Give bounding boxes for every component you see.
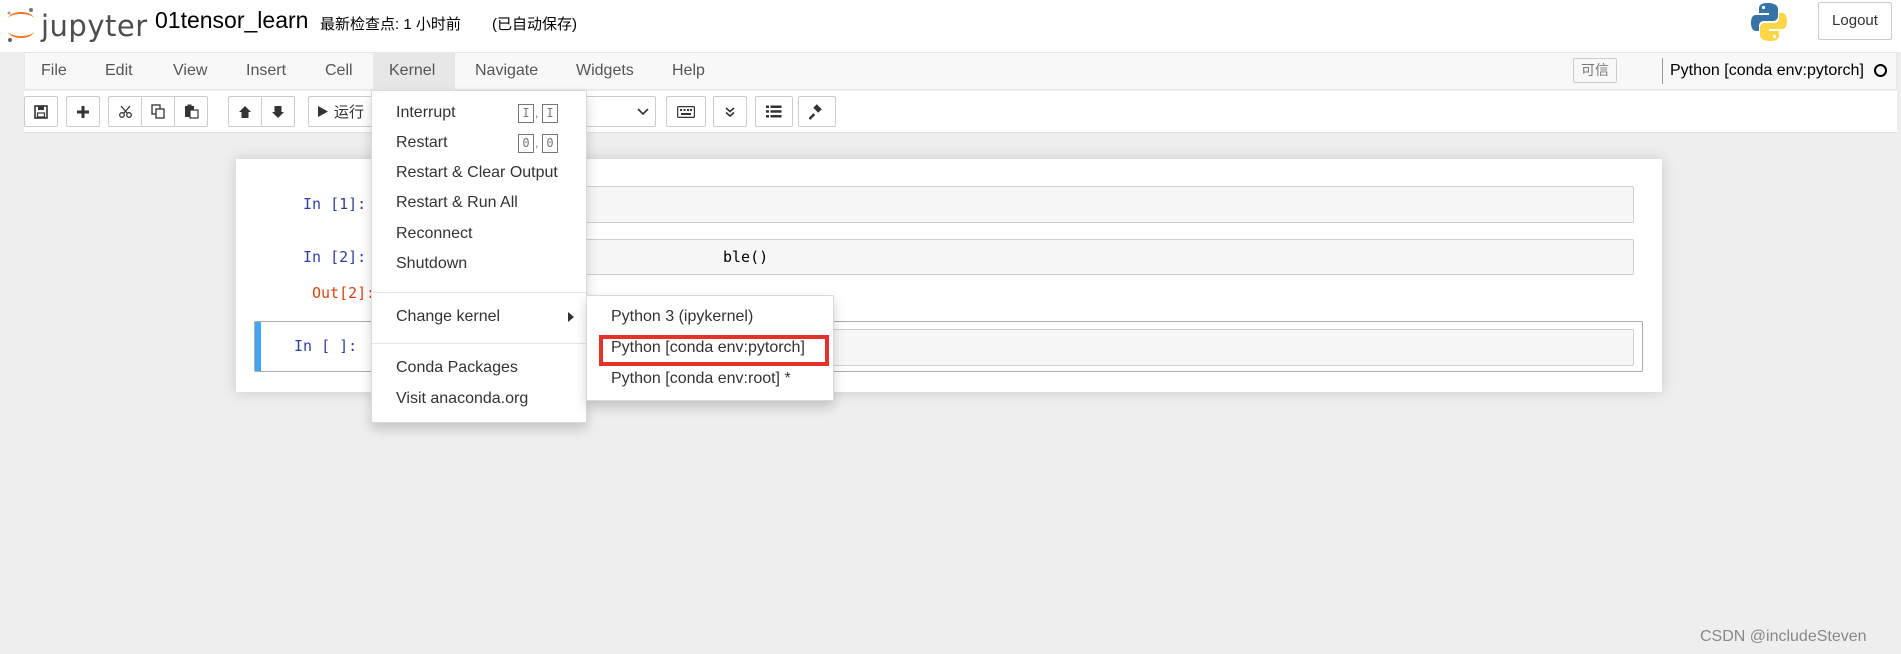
chevron-down-icon xyxy=(637,108,649,116)
selected-cell-indicator xyxy=(255,322,261,371)
caret-right-icon xyxy=(568,312,574,322)
kernel-separator xyxy=(1662,58,1663,84)
save-icon xyxy=(34,104,48,119)
menu-help[interactable]: Help xyxy=(656,53,721,89)
save-button[interactable] xyxy=(24,96,58,127)
arrow-up-icon xyxy=(239,105,251,118)
watermark: CSDN @includeSteven xyxy=(1700,628,1867,645)
scissors-icon xyxy=(118,105,132,118)
kernel-menu-conda-packages[interactable]: Conda Packages xyxy=(372,353,586,383)
kernel-idle-icon xyxy=(1874,64,1887,77)
kernel-option-root-label: Python [conda env:root] * xyxy=(611,370,791,387)
highlight-box xyxy=(599,335,829,366)
paste-icon xyxy=(184,104,199,119)
cell-type-select[interactable] xyxy=(579,96,656,127)
header: jupyter 01tensor_learn 最新检查点: 1 小时前 (已自动… xyxy=(0,0,1901,52)
gavel-icon xyxy=(809,103,822,120)
jupyter-logo[interactable]: jupyter xyxy=(4,6,147,44)
menubar: File Edit View Insert Cell Kernel Naviga… xyxy=(24,52,1897,90)
kernel-menu-visit-anaconda[interactable]: Visit anaconda.org xyxy=(372,384,586,414)
kernel-menu-reconnect-label: Reconnect xyxy=(396,225,473,242)
menu-widgets[interactable]: Widgets xyxy=(560,53,650,89)
menu-view[interactable]: View xyxy=(157,53,223,89)
kernel-name[interactable]: Python [conda env:pytorch] xyxy=(1670,53,1864,89)
logout-button[interactable]: Logout xyxy=(1818,2,1892,40)
cut-cell-button[interactable] xyxy=(108,96,142,127)
copy-cell-button[interactable] xyxy=(141,96,175,127)
kernel-menu-conda-packages-label: Conda Packages xyxy=(396,359,518,376)
command-palette-button[interactable] xyxy=(666,96,706,127)
kernel-menu: Interrupt I , I Restart 0 , 0 Restart & … xyxy=(371,90,587,423)
kernel-menu-divider xyxy=(372,292,586,293)
menu-kernel[interactable]: Kernel xyxy=(373,53,455,89)
kernel-menu-change-kernel-label: Change kernel xyxy=(396,308,501,325)
double-chevron-down-icon xyxy=(725,106,735,117)
plus-icon xyxy=(77,105,89,118)
keyboard-icon xyxy=(677,105,695,118)
restart-shortcut-key-2: 0 xyxy=(542,134,558,153)
kernel-option-root[interactable]: Python [conda env:root] * xyxy=(587,364,833,394)
cell-2-in-prompt: In [2]: xyxy=(303,248,367,266)
autosave-status: (已自动保存) xyxy=(492,16,577,33)
kernel-menu-change-kernel[interactable]: Change kernel xyxy=(372,302,586,332)
kernel-menu-interrupt-label: Interrupt xyxy=(396,104,456,121)
nbextension-button[interactable] xyxy=(798,96,836,127)
toolbar: 运行 xyxy=(24,91,1897,133)
move-cell-up-button[interactable] xyxy=(228,96,262,127)
run-cell-button[interactable]: 运行 xyxy=(308,96,380,127)
paste-cell-button[interactable] xyxy=(174,96,208,127)
jupyter-logo-text: jupyter xyxy=(41,9,148,43)
kernel-option-python3-label: Python 3 (ipykernel) xyxy=(611,308,754,325)
cell-1-in-prompt: In [1]: xyxy=(303,195,367,213)
restart-shortcut-key-1: 0 xyxy=(518,134,534,153)
notebook-name[interactable]: 01tensor_learn xyxy=(155,7,308,34)
menu-file[interactable]: File xyxy=(25,53,83,89)
kernel-menu-restart-run-all[interactable]: Restart & Run All xyxy=(372,188,586,218)
kernel-menu-shutdown[interactable]: Shutdown xyxy=(372,249,586,279)
menu-insert[interactable]: Insert xyxy=(230,53,302,89)
kernel-menu-restart[interactable]: Restart 0 , 0 xyxy=(372,128,586,158)
table-of-contents-button[interactable] xyxy=(755,96,793,127)
kernel-menu-restart-run-all-label: Restart & Run All xyxy=(396,194,518,211)
python-logo-icon xyxy=(1751,3,1787,41)
kernel-menu-restart-label: Restart xyxy=(396,134,448,151)
kernel-menu-divider xyxy=(372,343,586,344)
checkpoint-status: 最新检查点: 1 小时前 xyxy=(320,16,461,33)
menu-cell[interactable]: Cell xyxy=(309,53,369,89)
cell-3-in-prompt: In [ ]: xyxy=(294,337,358,355)
run-label: 运行 xyxy=(334,104,365,121)
trusted-indicator[interactable]: 可信 xyxy=(1573,58,1617,83)
kernel-option-python3[interactable]: Python 3 (ipykernel) xyxy=(587,302,833,332)
kernel-menu-visit-anaconda-label: Visit anaconda.org xyxy=(396,390,529,407)
kernel-menu-interrupt[interactable]: Interrupt I , I xyxy=(372,98,586,128)
arrow-down-icon xyxy=(272,105,284,118)
change-kernel-submenu: Python 3 (ipykernel) Python [conda env:p… xyxy=(586,295,834,401)
kernel-menu-shutdown-label: Shutdown xyxy=(396,255,468,272)
copy-icon xyxy=(150,104,165,119)
jupyter-logo-icon xyxy=(7,8,34,42)
list-icon xyxy=(766,105,782,118)
menu-edit[interactable]: Edit xyxy=(89,53,149,89)
kernel-menu-reconnect[interactable]: Reconnect xyxy=(372,219,586,249)
interrupt-shortcut-key-2: I xyxy=(542,104,558,123)
kernel-menu-restart-clear-output-label: Restart & Clear Output xyxy=(396,164,558,181)
toggle-header-button[interactable] xyxy=(713,96,747,127)
menu-navigate[interactable]: Navigate xyxy=(459,53,554,89)
kernel-menu-restart-clear-output[interactable]: Restart & Clear Output xyxy=(372,158,586,188)
insert-cell-button[interactable] xyxy=(66,96,100,127)
cell-2-out-prompt: Out[2]: xyxy=(312,284,376,302)
play-icon xyxy=(318,106,328,117)
interrupt-shortcut-key-1: I xyxy=(518,104,534,123)
move-cell-down-button[interactable] xyxy=(261,96,295,127)
